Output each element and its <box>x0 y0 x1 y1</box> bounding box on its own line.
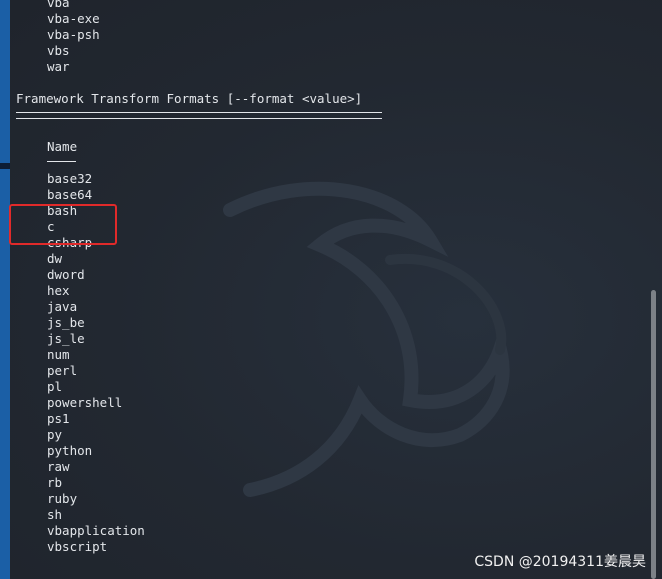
highlight-annotation <box>9 204 117 245</box>
list-item: vba-exe <box>47 11 100 26</box>
list-item: num <box>47 347 70 362</box>
terminal-window[interactable]: vba vba-exe vba-psh vbs war Framework Tr… <box>10 0 662 579</box>
list-item: js_be <box>47 315 85 330</box>
list-item: java <box>47 299 78 314</box>
list-item: python <box>47 443 93 458</box>
list-item: vbapplication <box>47 523 145 538</box>
list-item: base64 <box>47 187 93 202</box>
list-item: ruby <box>47 491 78 506</box>
header-underline <box>47 161 76 162</box>
list-item: rb <box>47 475 63 490</box>
desktop-background <box>0 0 10 579</box>
list-item: vba <box>47 0 70 10</box>
list-item: war <box>47 59 70 74</box>
list-item: vbscript <box>47 539 108 554</box>
desktop-divider <box>0 163 10 169</box>
scrollbar[interactable] <box>644 0 662 579</box>
scrollbar-thumb[interactable] <box>651 290 656 579</box>
list-item: ps1 <box>47 411 70 426</box>
list-item: raw <box>47 459 70 474</box>
list-item: py <box>47 427 63 442</box>
csdn-watermark: CSDN @20194311姜晨昊 <box>474 554 646 570</box>
list-item: hex <box>47 283 70 298</box>
list-item: pl <box>47 379 63 394</box>
list-item: vba-psh <box>47 27 100 42</box>
list-item: sh <box>47 507 63 522</box>
column-header: Name <box>47 139 78 154</box>
list-item: dw <box>47 251 63 266</box>
list-item: js_le <box>47 331 85 346</box>
kali-dragon-icon <box>223 181 510 497</box>
list-item: dword <box>47 267 85 282</box>
title-underline <box>16 112 382 119</box>
section-title: Framework Transform Formats [--format <v… <box>16 91 363 106</box>
list-item: base32 <box>47 171 93 186</box>
list-item: perl <box>47 363 78 378</box>
list-item: vbs <box>47 43 70 58</box>
list-item: powershell <box>47 395 123 410</box>
